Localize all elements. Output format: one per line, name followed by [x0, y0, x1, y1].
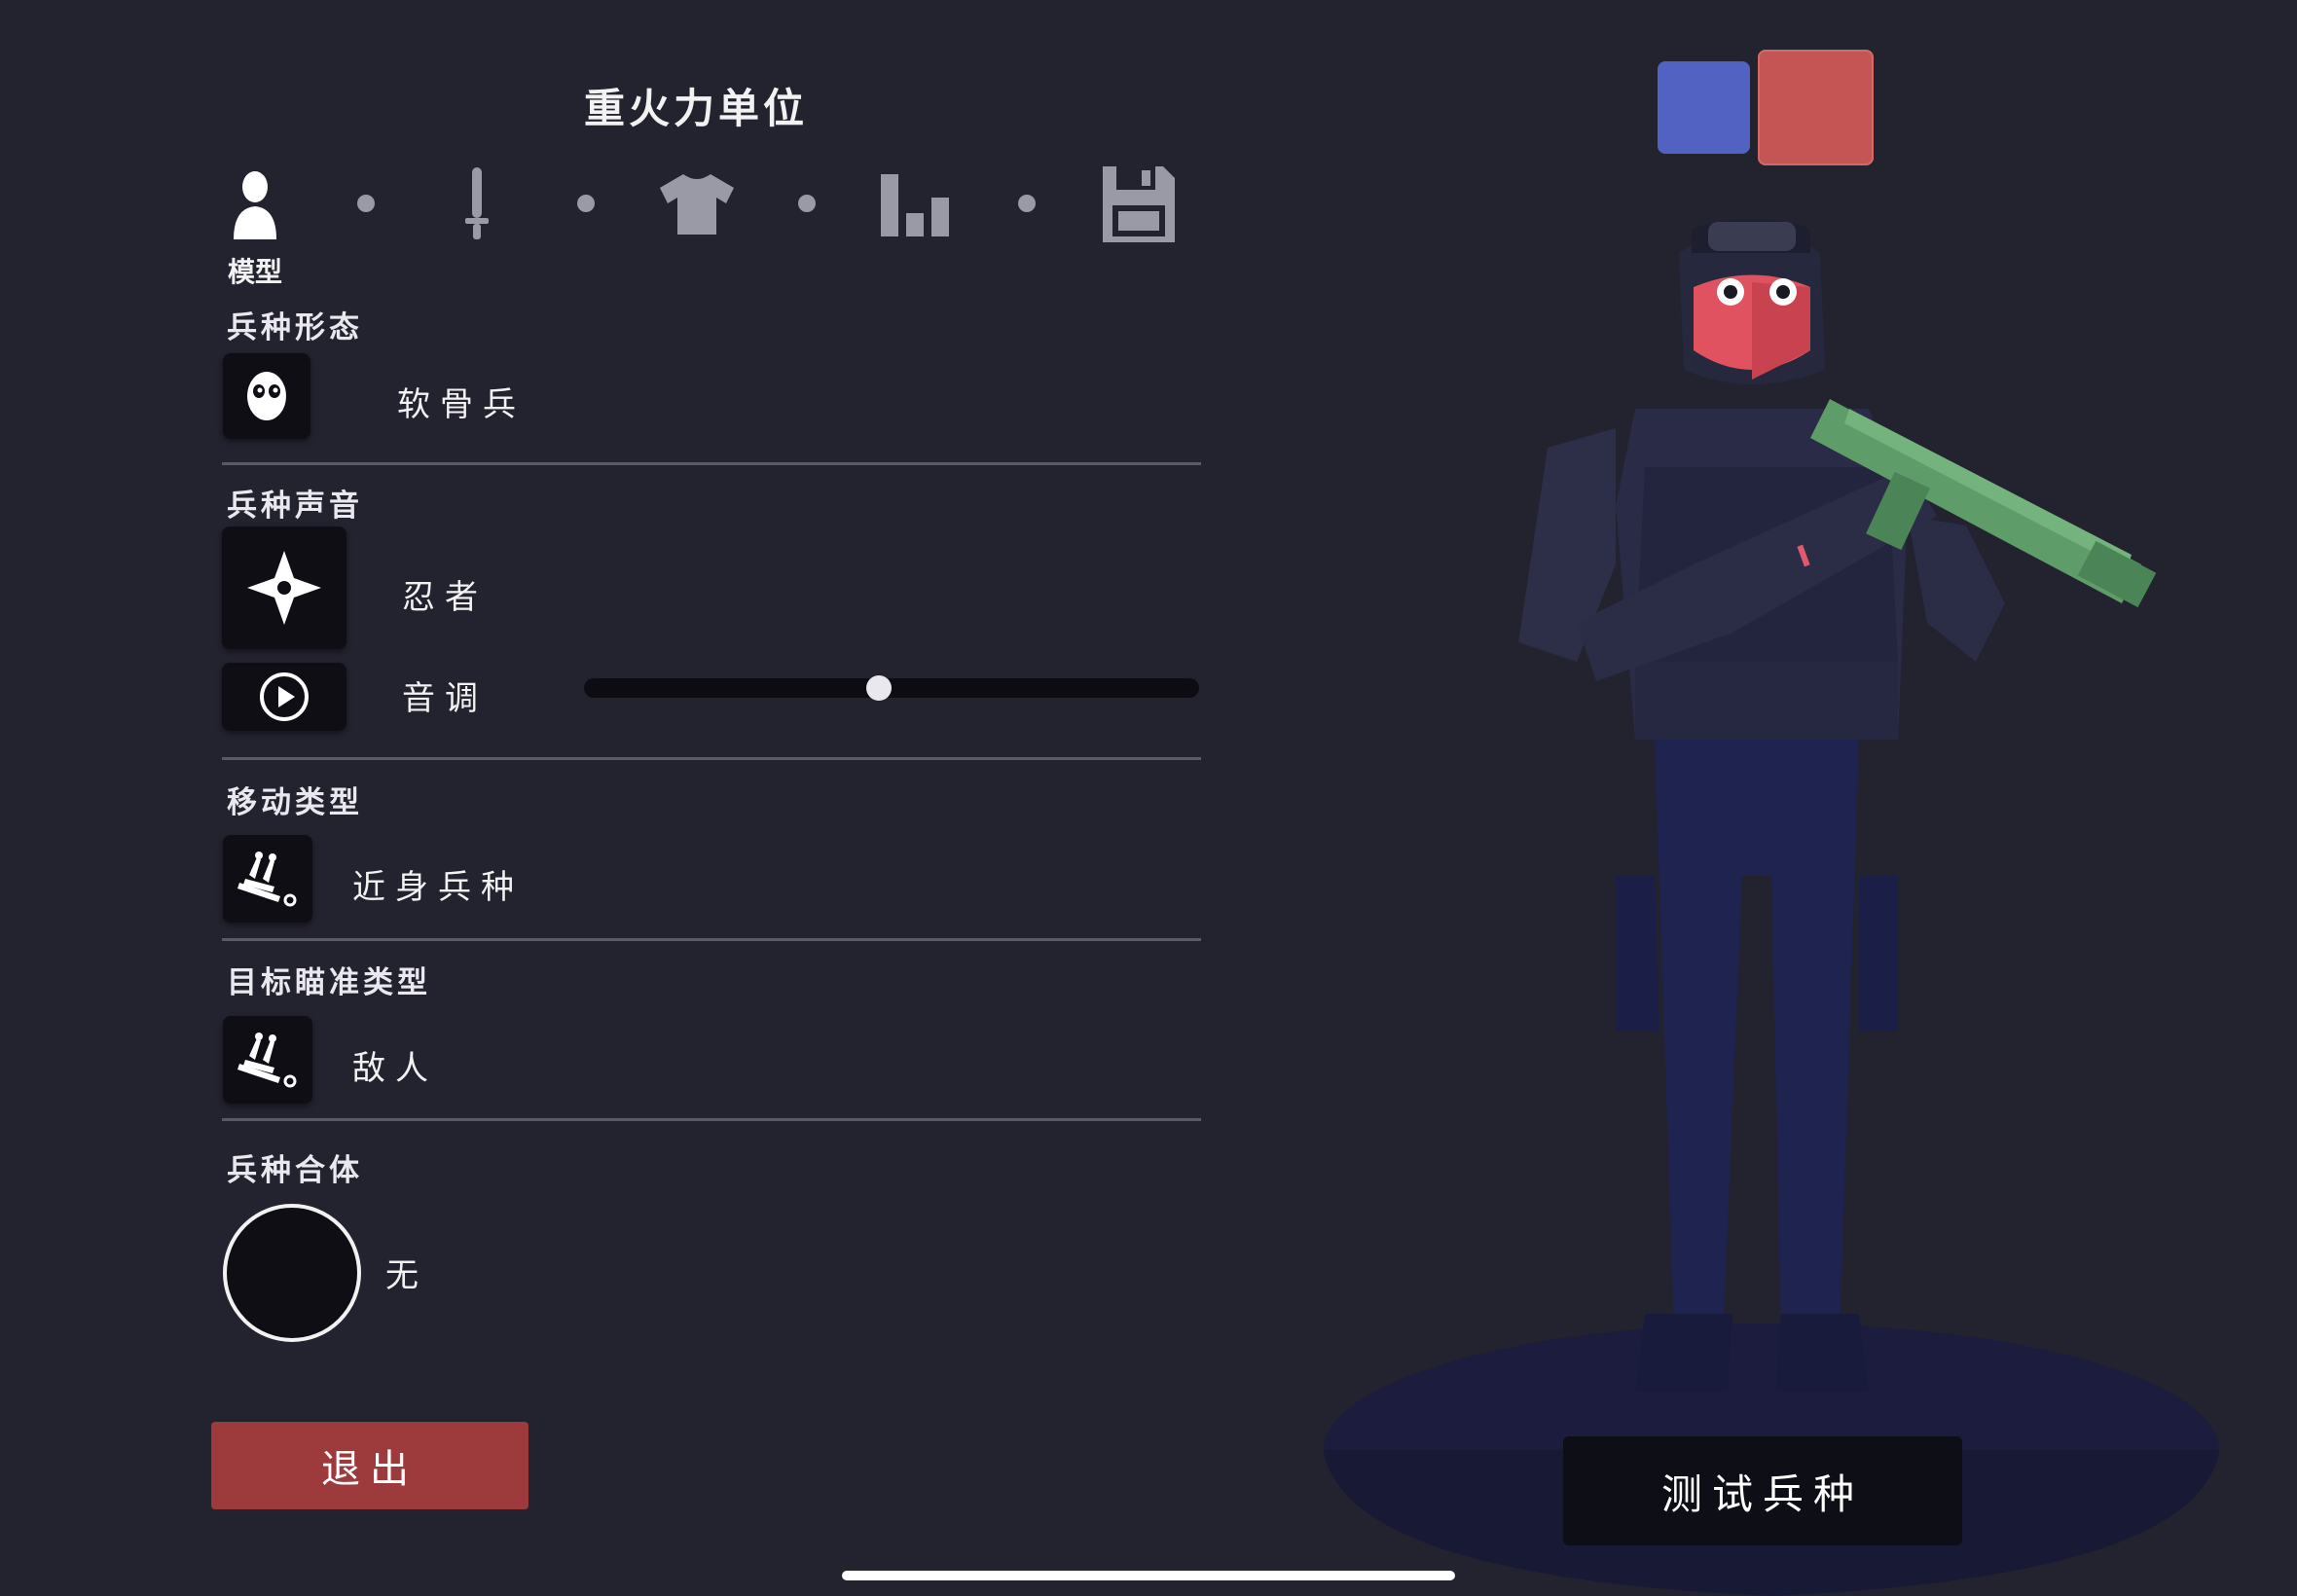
divider	[222, 938, 1201, 941]
play-icon	[260, 672, 309, 721]
tab-model-label: 模型	[227, 256, 282, 288]
shirt-icon	[660, 174, 734, 235]
form-select-button[interactable]	[223, 353, 310, 439]
movement-select-button[interactable]	[223, 835, 312, 923]
shuriken-icon	[247, 551, 321, 625]
section-title-targeting: 目标瞄准类型	[227, 965, 431, 1000]
charge-icon	[237, 1033, 297, 1088]
divider	[222, 757, 1201, 760]
section-title-movement: 移动类型	[227, 785, 363, 820]
movement-value: 近身兵种	[352, 868, 524, 907]
step-separator	[357, 195, 375, 212]
person-icon	[234, 171, 276, 239]
divider	[222, 462, 1201, 465]
voice-value: 忍者	[402, 578, 488, 617]
test-unit-button[interactable]: 测试兵种	[1563, 1436, 1962, 1545]
tab-save[interactable]	[1090, 161, 1187, 248]
section-title-voice: 兵种声音	[227, 489, 363, 524]
page-title: 重火力单位	[583, 85, 808, 132]
targeting-select-button[interactable]	[223, 1016, 312, 1104]
exit-button[interactable]: 退出	[211, 1422, 529, 1509]
voice-select-button[interactable]	[222, 526, 346, 649]
step-separator	[577, 195, 595, 212]
bar-chart-icon	[881, 174, 949, 236]
home-indicator[interactable]	[842, 1571, 1455, 1580]
team-blue-button[interactable]	[1658, 61, 1750, 154]
tab-weapon[interactable]	[428, 161, 526, 248]
unit-preview	[1324, 219, 2219, 1596]
charge-icon	[237, 852, 297, 907]
tab-clothing[interactable]	[648, 161, 746, 248]
wobbly-face-icon	[247, 372, 286, 420]
tab-stats[interactable]	[869, 161, 966, 248]
section-title-form: 兵种形态	[227, 310, 363, 345]
step-separator	[798, 195, 816, 212]
form-value: 软骨兵	[397, 385, 526, 424]
step-separator	[1018, 195, 1036, 212]
section-title-merge: 兵种合体	[227, 1153, 363, 1188]
play-pitch-button[interactable]	[222, 663, 346, 731]
floppy-disk-icon	[1103, 166, 1175, 242]
pitch-label: 音调	[402, 679, 488, 718]
merge-select-button[interactable]	[223, 1204, 361, 1342]
soldier-model	[1518, 219, 2005, 1392]
divider	[222, 1118, 1201, 1121]
tab-model[interactable]	[206, 161, 304, 248]
targeting-value: 敌人	[352, 1049, 438, 1088]
team-red-button[interactable]	[1758, 50, 1874, 165]
sword-icon	[465, 167, 489, 239]
merge-value: 无	[385, 1256, 428, 1295]
